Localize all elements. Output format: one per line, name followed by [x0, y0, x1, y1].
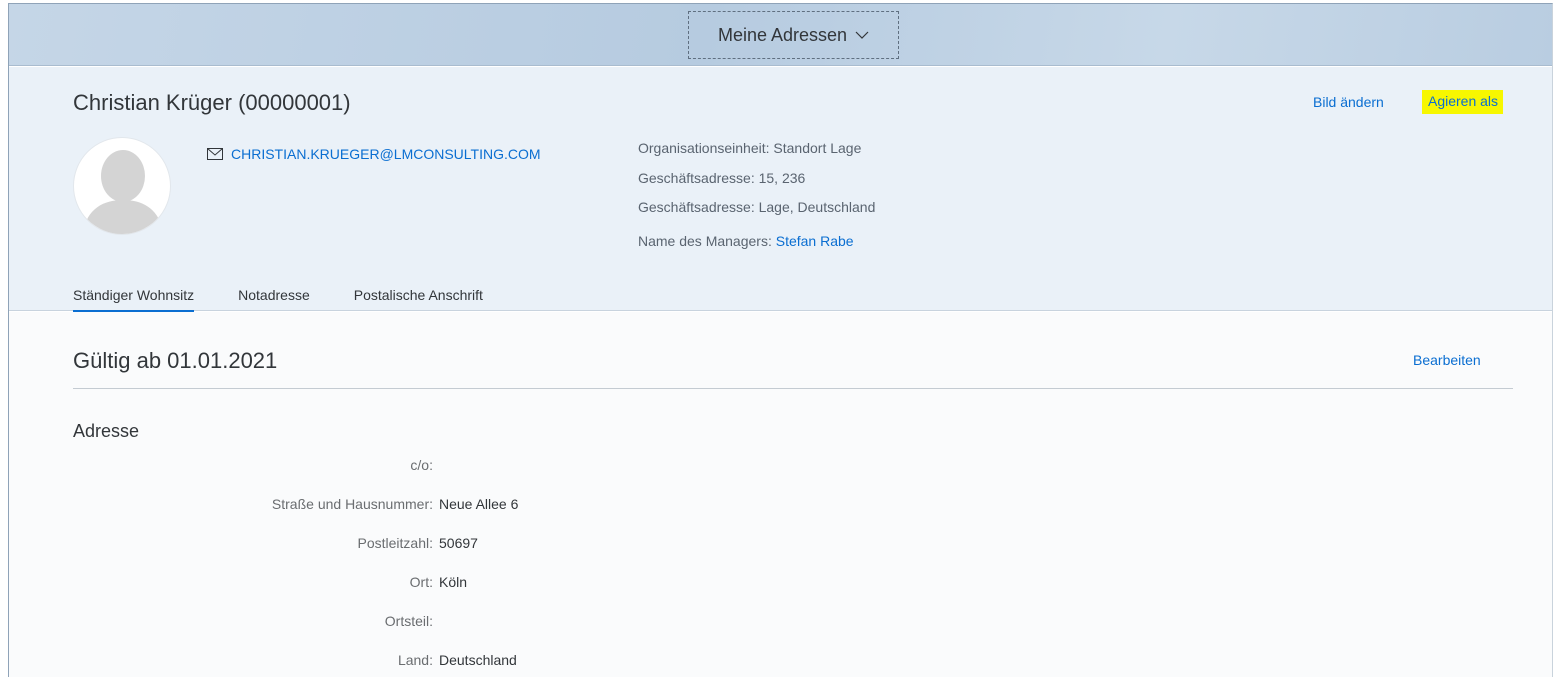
valid-from-title: Gültig ab 01.01.2021 [73, 348, 278, 373]
tab-permanent-residence[interactable]: Ständiger Wohnsitz [73, 287, 195, 313]
business-address-line-1: Geschäftsadresse: 15, 236 [638, 170, 806, 186]
field-label: Straße und Hausnummer [272, 496, 433, 512]
field-label: Ortsteil [385, 613, 433, 629]
form-row-postal-code: Postleitzahl 50697 [73, 535, 773, 555]
field-label: Postleitzahl [358, 535, 433, 551]
employee-name: Christian Krüger (00000001) [73, 90, 351, 115]
edit-button[interactable]: Bearbeiten [1413, 352, 1481, 368]
tab-bar: Ständiger Wohnsitz Notadresse Postalisch… [73, 287, 527, 313]
business-address-line-2: Geschäftsadresse: Lage, Deutschland [638, 199, 876, 215]
app-title: Meine Adressen [717, 24, 848, 45]
envelope-icon [207, 148, 223, 160]
field-label: Ort [410, 574, 433, 590]
profile-header: Christian Krüger (00000001) Bild ändern … [9, 67, 1552, 313]
form-row-city: Ort Köln [73, 574, 773, 594]
email-link[interactable]: CHRISTIAN.KRUEGER@LMCONSULTING.COM [207, 146, 541, 162]
form-row-district: Ortsteil [73, 613, 773, 633]
email-text: CHRISTIAN.KRUEGER@LMCONSULTING.COM [231, 146, 541, 162]
tab-emergency-address[interactable]: Notadresse [238, 287, 310, 311]
address-subtitle: Adresse [73, 421, 140, 441]
avatar [73, 137, 171, 235]
field-label: Land [398, 652, 433, 668]
form-row-country: Land Deutschland [73, 652, 773, 672]
form-row-street: Straße und Hausnummer Neue Allee 6 [73, 496, 773, 516]
change-picture-link[interactable]: Bild ändern [1313, 94, 1384, 110]
person-placeholder-icon [82, 150, 164, 234]
manager-link[interactable]: Stefan Rabe [776, 233, 854, 249]
shell-bar: Meine Adressen [9, 4, 1552, 66]
org-unit: Organisationseinheit: Standort Lage [638, 140, 862, 156]
manager-label: Name des Managers: [638, 233, 772, 249]
app-title-menu-button[interactable]: Meine Adressen [688, 11, 899, 59]
field-value: 50697 [439, 535, 478, 551]
field-value: Deutschland [439, 652, 517, 668]
chevron-down-icon [855, 31, 869, 39]
tab-postal-address[interactable]: Postalische Anschrift [354, 287, 483, 311]
address-section: Gültig ab 01.01.2021 Bearbeiten Adresse … [9, 312, 1552, 677]
app-window: Meine Adressen Christian Krüger (0000000… [8, 3, 1553, 677]
field-label: c/o [410, 457, 433, 473]
form-row-co: c/o [73, 457, 773, 477]
manager-row: Name des Managers: Stefan Rabe [638, 233, 854, 249]
act-as-link[interactable]: Agieren als [1422, 90, 1504, 114]
section-divider [73, 388, 1513, 389]
field-value: Neue Allee 6 [439, 496, 519, 512]
field-value: Köln [439, 574, 468, 590]
